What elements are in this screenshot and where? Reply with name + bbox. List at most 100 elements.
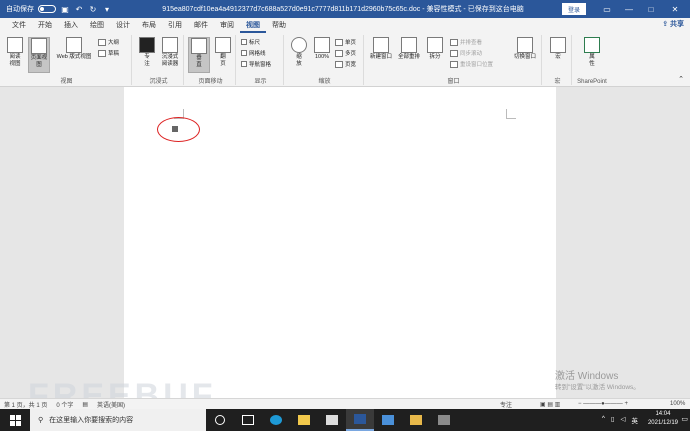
system-tray: ^ ▯ ◁ 英 (602, 415, 638, 425)
redo-icon[interactable]: ↻ (88, 5, 98, 14)
focus-mode-status[interactable]: 专注 (500, 400, 512, 409)
activate-windows-hint: 转到"设置"以激活 Windows。 (555, 384, 640, 391)
task-view-icon[interactable] (234, 409, 262, 431)
status-bar: 第 1 页，共 1 页 0 个字 ▤ 英语(美国) 专注 ▣ ▤ ▥ − ———… (0, 398, 690, 409)
multiple-pages-button[interactable]: 多页 (335, 49, 356, 57)
tab-references[interactable]: 引用 (162, 18, 188, 33)
group-label-window: 窗口 (447, 79, 460, 85)
sync-scrolling-button[interactable]: 同步滚动 (450, 49, 482, 57)
new-window-icon (373, 37, 389, 53)
gridlines-checkbox[interactable]: 网格线 (241, 49, 266, 57)
tab-mailings[interactable]: 邮件 (188, 18, 214, 33)
arrange-all-icon (401, 37, 417, 53)
ruler-checkbox[interactable]: 标尺 (241, 38, 260, 46)
ribbon-view: 阅读 视图 页面视图 Web 版式视图 大纲 草稿 视图 专 注 沉浸式 阅读器… (0, 33, 690, 87)
collapse-ribbon-icon[interactable]: ⌃ (678, 75, 684, 83)
tab-file[interactable]: 文件 (6, 18, 32, 33)
login-button[interactable]: 登录 (562, 3, 586, 15)
edge-icon[interactable] (262, 409, 290, 431)
tab-home[interactable]: 开始 (32, 18, 58, 33)
store-icon[interactable] (318, 409, 346, 431)
tab-design[interactable]: 设计 (110, 18, 136, 33)
one-page-button[interactable]: 单页 (335, 38, 356, 46)
folder-icon[interactable] (402, 409, 430, 431)
read-mode-button[interactable]: 阅读 视图 (4, 37, 26, 68)
reset-window-position-button[interactable]: 重设窗口位置 (450, 60, 493, 68)
draft-button[interactable]: 草稿 (98, 49, 119, 57)
app-icon[interactable] (430, 409, 458, 431)
zoom-slider[interactable]: − ———●——— + (578, 401, 628, 407)
tab-draw[interactable]: 绘图 (84, 18, 110, 33)
volume-icon[interactable]: ◁ (621, 415, 626, 425)
print-layout-button[interactable]: 页面视图 (28, 37, 50, 73)
activate-windows-title: 激活 Windows (555, 371, 619, 382)
clock-date: 2021/12/19 (647, 420, 678, 426)
arrange-all-button[interactable]: 全部重排 (396, 37, 422, 61)
split-icon (427, 37, 443, 53)
ime-indicator[interactable]: 英 (632, 415, 639, 425)
zoom-100-icon (314, 37, 330, 53)
tab-help[interactable]: 帮助 (266, 18, 292, 33)
split-button[interactable]: 拆分 (424, 37, 446, 61)
customize-dropdown-icon[interactable]: ▾ (102, 5, 112, 14)
group-zoom: 缩 放 100% 单页 多页 页宽 缩放 (286, 35, 364, 85)
window-title: 915ea807cdf10ea4a4912377d7c688a527d0e91c… (162, 6, 524, 13)
tab-view[interactable]: 视图 (240, 18, 266, 33)
ribbon-display-icon[interactable]: ▭ (596, 0, 618, 18)
switch-windows-button[interactable]: 切换窗口 (510, 37, 540, 61)
cortana-icon[interactable] (206, 409, 234, 431)
close-button[interactable]: ✕ (664, 0, 686, 18)
tray-expand-icon[interactable]: ^ (602, 415, 605, 425)
group-window: 新建窗口 全部重排 拆分 并排查看 同步滚动 重设窗口位置 切换窗口 窗口 (366, 35, 542, 85)
zoom-100-button[interactable]: 100% (311, 37, 333, 61)
view-side-by-side-button[interactable]: 并排查看 (450, 38, 482, 46)
word-count[interactable]: 0 个字 (56, 400, 73, 409)
document-area[interactable] (0, 87, 690, 398)
maximize-button[interactable]: □ (640, 0, 662, 18)
side-to-side-button[interactable]: 翻 页 (212, 37, 234, 68)
network-icon[interactable]: ▯ (611, 415, 615, 425)
taskbar-search[interactable]: ⚲ 在这里输入你要搜索的内容 (30, 409, 206, 431)
new-window-button[interactable]: 新建窗口 (368, 37, 394, 61)
tab-layout[interactable]: 布局 (136, 18, 162, 33)
vertical-button[interactable]: 垂 直 (188, 37, 210, 73)
outline-button[interactable]: 大纲 (98, 38, 119, 46)
autosave-toggle[interactable] (38, 5, 56, 13)
zoom-button[interactable]: 缩 放 (288, 37, 310, 68)
clock-time: 14:04 (655, 411, 671, 417)
macros-button[interactable]: 宏 (547, 37, 569, 61)
group-views: 阅读 视图 页面视图 Web 版式视图 大纲 草稿 视图 (2, 35, 132, 85)
magnifier-icon (291, 37, 307, 53)
security-icon[interactable] (374, 409, 402, 431)
clock[interactable]: 14:04 2021/12/19 (648, 410, 678, 428)
language-indicator[interactable]: 英语(美国) (97, 400, 125, 409)
draft-icon (98, 49, 106, 57)
immersive-reader-button[interactable]: 沉浸式 阅读器 (159, 37, 181, 68)
group-label-sharepoint: SharePoint (577, 79, 607, 85)
page-width-button[interactable]: 页宽 (335, 60, 356, 68)
focus-button[interactable]: 专 注 (136, 37, 158, 68)
start-button[interactable] (0, 409, 30, 431)
sync-scrolling-icon (450, 49, 458, 57)
group-label-views: 视图 (60, 79, 73, 85)
tab-insert[interactable]: 插入 (58, 18, 84, 33)
page-count[interactable]: 第 1 页，共 1 页 (4, 400, 47, 409)
navigation-pane-checkbox[interactable]: 导航窗格 (241, 60, 271, 68)
save-icon[interactable]: ▣ (60, 5, 70, 14)
proofing-icon[interactable]: ▤ (82, 401, 88, 408)
share-label: 共享 (670, 21, 684, 28)
zoom-level[interactable]: 100% (670, 401, 685, 407)
share-button[interactable]: ⇪ 共享 (662, 19, 684, 29)
properties-button[interactable]: 属 性 (581, 37, 603, 68)
layout-icons[interactable]: ▣ ▤ ▥ (540, 401, 560, 408)
file-explorer-icon[interactable] (290, 409, 318, 431)
notification-icon[interactable]: ▭ (681, 415, 688, 423)
minimize-button[interactable]: — (618, 0, 640, 18)
multiple-pages-icon (335, 49, 343, 57)
word-taskbar-icon[interactable] (346, 409, 374, 431)
undo-icon[interactable]: ↶ (74, 5, 84, 14)
macros-icon (550, 37, 566, 53)
reset-window-icon (450, 60, 458, 68)
tab-review[interactable]: 审阅 (214, 18, 240, 33)
web-layout-button[interactable]: Web 版式视图 (54, 37, 94, 61)
